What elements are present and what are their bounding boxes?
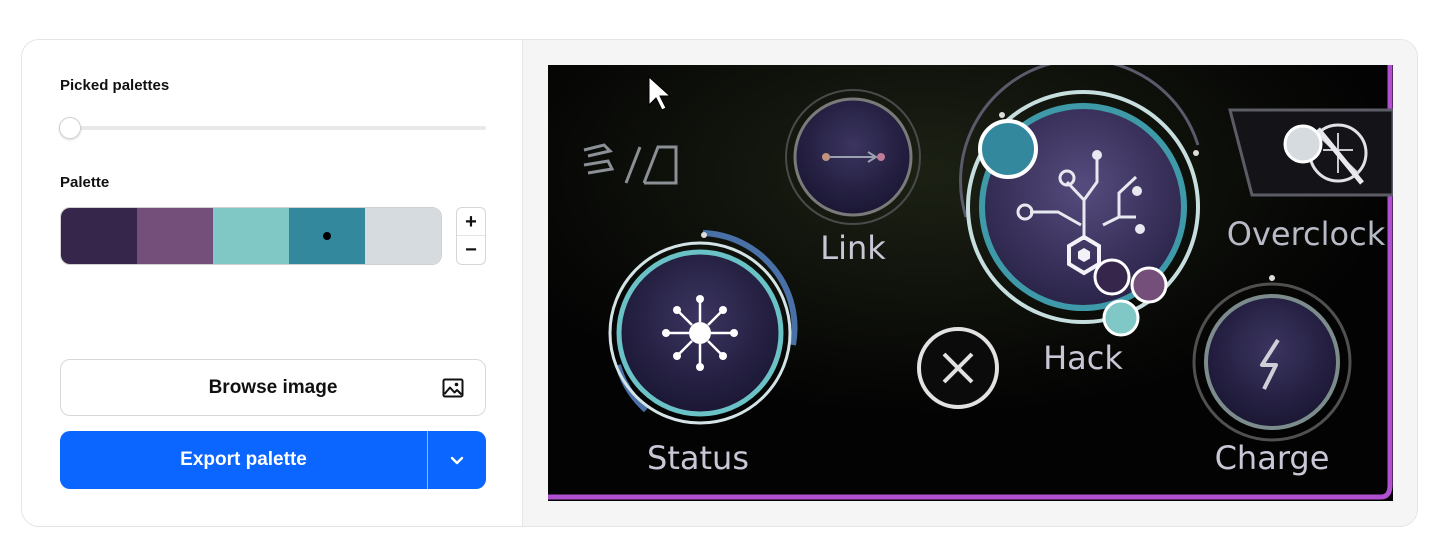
charge-hud-label: Charge (1215, 439, 1330, 477)
browse-image-label: Browse image (208, 376, 338, 398)
game-hud-image: Link Hack Overclock Status Charge (548, 65, 1393, 501)
link-hud-label: Link (820, 229, 886, 267)
palette-swatch-3[interactable] (213, 208, 289, 264)
export-palette-control: Export palette (60, 431, 486, 489)
image-icon (442, 378, 464, 398)
palette-generator-card: Picked palettes Palette + − Browse image… (21, 39, 1418, 527)
link-hud-button (785, 89, 921, 225)
picker-marker-1[interactable] (1093, 258, 1131, 296)
picked-palettes-slider-track[interactable] (60, 126, 486, 130)
source-image: Link Hack Overclock Status Charge (548, 65, 1393, 501)
picked-palettes-slider-thumb[interactable] (59, 117, 81, 139)
picked-palettes-label: Picked palettes (60, 77, 170, 94)
export-dropdown-button[interactable] (428, 431, 486, 489)
selected-swatch-indicator (323, 232, 331, 240)
palette-swatch-1[interactable] (61, 208, 137, 264)
palette-swatch-4[interactable] (289, 208, 365, 264)
overclock-hud-label: Overclock (1227, 215, 1386, 253)
picker-marker-5[interactable] (1283, 124, 1323, 164)
chevron-down-icon (450, 456, 464, 465)
controls-panel: Picked palettes Palette + − Browse image… (22, 40, 522, 526)
palette-label: Palette (60, 174, 110, 191)
palette-swatch-2[interactable] (137, 208, 213, 264)
picker-marker-4[interactable] (978, 119, 1038, 179)
remove-color-button[interactable]: − (457, 236, 485, 264)
palette-swatch-5[interactable] (365, 208, 441, 264)
close-hud-icon (917, 327, 999, 409)
hack-hud-label: Hack (1043, 339, 1123, 377)
add-color-button[interactable]: + (457, 208, 485, 236)
palette-strip (60, 207, 442, 265)
palette-size-stepper: + − (456, 207, 486, 265)
image-preview-panel: Link Hack Overclock Status Charge (522, 40, 1417, 526)
export-palette-button[interactable]: Export palette (60, 431, 427, 489)
picker-marker-2[interactable] (1130, 266, 1168, 304)
browse-image-button[interactable]: Browse image (60, 359, 486, 416)
picker-marker-3[interactable] (1102, 299, 1140, 337)
status-hud-label: Status (647, 439, 749, 477)
